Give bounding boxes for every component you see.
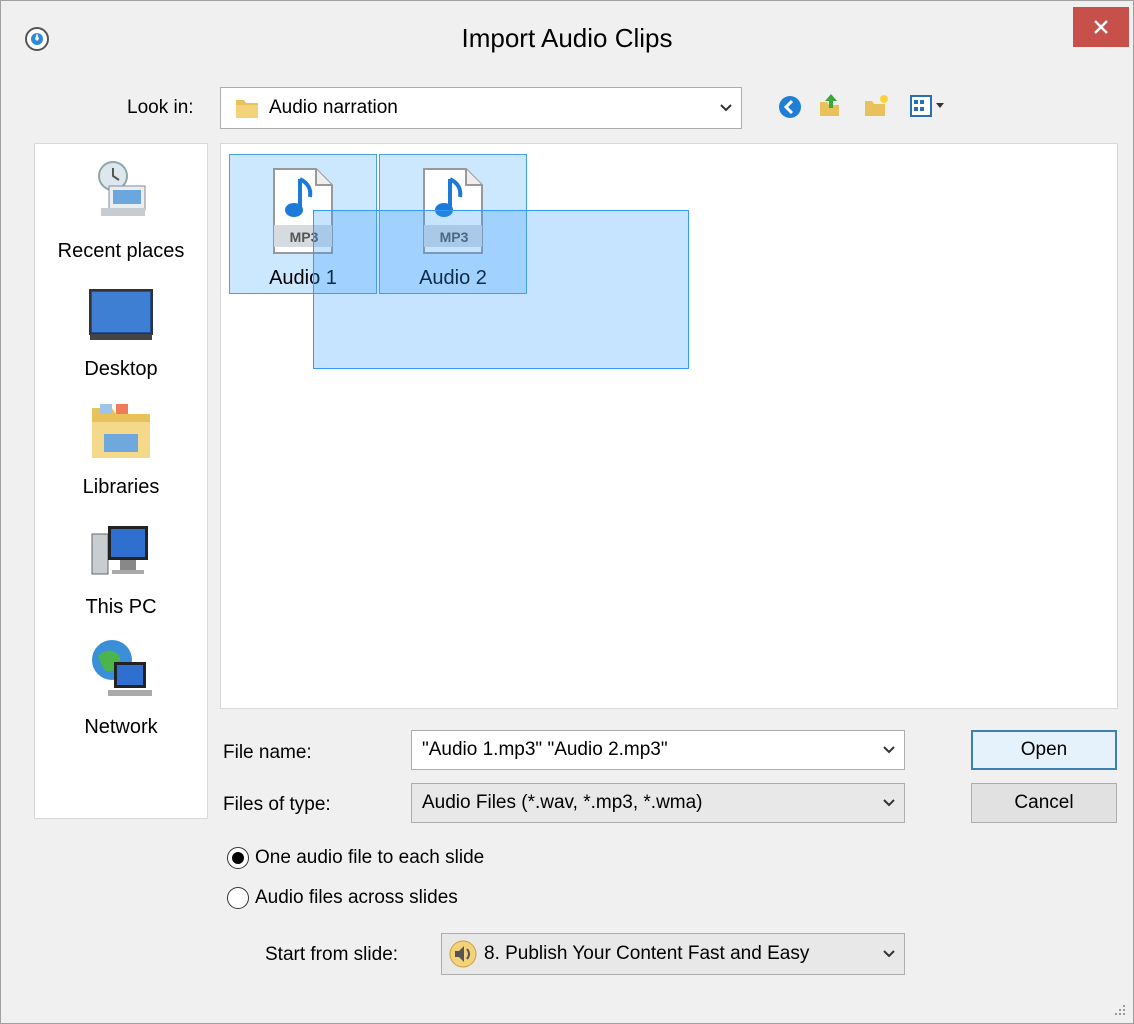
radio-across-slides[interactable]: Audio files across slides	[227, 887, 458, 909]
libraries-icon	[92, 404, 150, 458]
up-folder-icon[interactable]	[817, 92, 843, 118]
close-button[interactable]	[1073, 7, 1129, 47]
start-from-select[interactable]: 8. Publish Your Content Fast and Easy	[441, 933, 905, 975]
place-desktop[interactable]: Desktop	[35, 276, 207, 386]
chevron-down-icon	[711, 103, 741, 113]
close-icon	[1094, 20, 1108, 34]
radio-label: Audio files across slides	[255, 887, 458, 908]
place-recent-places[interactable]: Recent places	[35, 158, 207, 268]
place-label: Desktop	[84, 358, 158, 380]
place-label: This PC	[85, 596, 157, 618]
view-menu-icon[interactable]	[909, 93, 949, 119]
file-type-select[interactable]: Audio Files (*.wav, *.mp3, *.wma)	[411, 783, 905, 823]
place-this-pc[interactable]: This PC	[35, 514, 207, 624]
look-in-label: Look in:	[127, 97, 194, 118]
radio-one-per-slide[interactable]: One audio file to each slide	[227, 847, 484, 869]
import-audio-dialog: Import Audio Clips Look in: Audio narrat…	[0, 0, 1134, 1024]
file-type-label: Files of type:	[223, 794, 331, 815]
look-in-combo[interactable]: Audio narration	[220, 87, 742, 129]
cancel-button[interactable]: Cancel	[971, 783, 1117, 823]
places-bar: Recent places Desktop Libraries This PC …	[34, 143, 208, 819]
speaker-icon	[449, 940, 477, 968]
selection-marquee	[313, 210, 689, 369]
chevron-down-icon[interactable]	[874, 745, 904, 755]
file-name-combo[interactable]: "Audio 1.mp3" "Audio 2.mp3"	[411, 730, 905, 770]
window-title: Import Audio Clips	[461, 23, 673, 53]
place-label: Recent places	[57, 240, 185, 262]
radio-button[interactable]	[227, 887, 249, 909]
open-button[interactable]: Open	[971, 730, 1117, 770]
place-label: Network	[84, 716, 158, 738]
chevron-down-icon	[874, 949, 904, 959]
folder-icon	[236, 100, 258, 118]
place-label: Libraries	[82, 476, 160, 498]
resize-grip-icon[interactable]	[1111, 1001, 1127, 1017]
recent-places-icon	[98, 161, 146, 216]
look-in-value: Audio narration	[269, 97, 398, 118]
title-bar: Import Audio Clips	[1, 1, 1133, 79]
start-from-value: 8. Publish Your Content Fast and Easy	[484, 943, 810, 964]
new-folder-icon[interactable]	[863, 93, 889, 119]
radio-label: One audio file to each slide	[255, 847, 485, 868]
this-pc-icon	[91, 526, 148, 575]
desktop-icon	[89, 289, 153, 340]
start-from-label: Start from slide:	[265, 944, 399, 965]
file-name-label: File name:	[223, 742, 312, 763]
place-libraries[interactable]: Libraries	[35, 394, 207, 504]
chevron-down-icon	[874, 798, 904, 808]
back-icon[interactable]	[777, 94, 803, 120]
network-icon	[92, 640, 152, 696]
file-type-value: Audio Files (*.wav, *.mp3, *.wma)	[422, 792, 703, 813]
place-network[interactable]: Network	[35, 634, 207, 744]
radio-button[interactable]	[227, 847, 249, 869]
file-list[interactable]: MP3 Audio 1 MP3 Audio 2	[220, 143, 1118, 709]
file-name-input[interactable]: "Audio 1.mp3" "Audio 2.mp3"	[412, 739, 874, 761]
